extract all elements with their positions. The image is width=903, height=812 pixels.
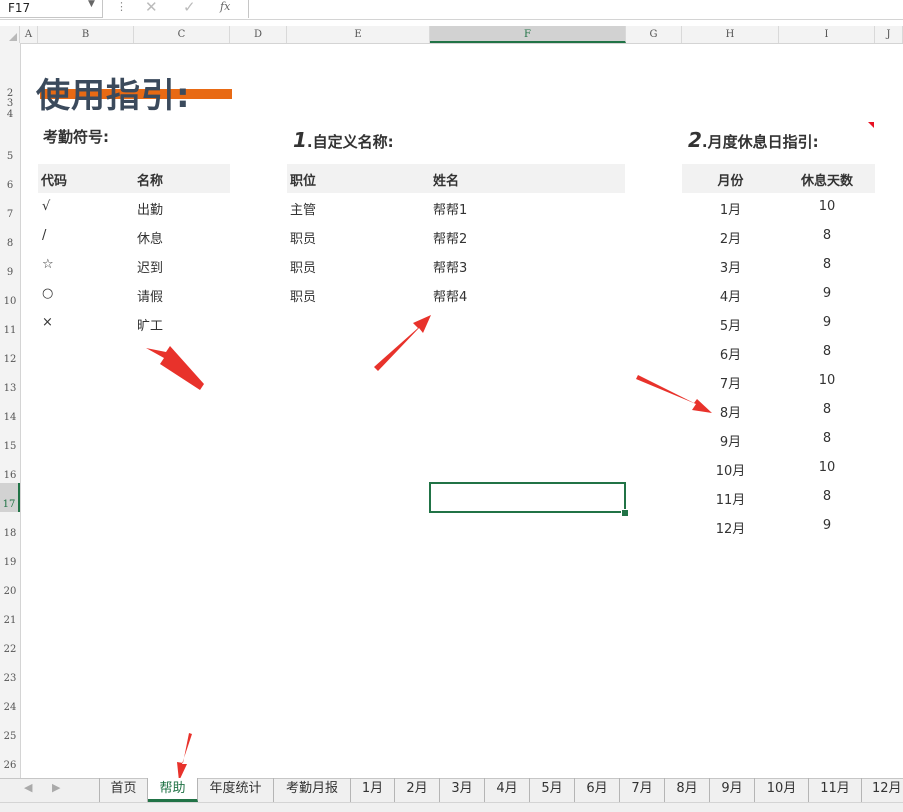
arrow-to-months-icon [636,375,712,413]
arrow-to-help-tab-icon [177,733,192,781]
tab-home[interactable]: 首页 [99,778,148,802]
tab-month-6[interactable]: 6月 [575,778,620,802]
arrow-to-names-icon [374,315,431,371]
tab-annual-stats[interactable]: 年度统计 [198,778,274,802]
tab-month-8[interactable]: 8月 [665,778,710,802]
tab-month-5[interactable]: 5月 [530,778,575,802]
scroll-tabs-left-icon[interactable]: ◀ [24,781,32,794]
tab-month-9[interactable]: 9月 [710,778,755,802]
tab-month-7[interactable]: 7月 [620,778,665,802]
tab-monthly-report[interactable]: 考勤月报 [274,778,351,802]
arrow-to-attendance-icon [146,346,204,390]
tab-month-4[interactable]: 4月 [485,778,530,802]
tab-help[interactable]: 帮助 [148,778,198,802]
tab-month-2[interactable]: 2月 [395,778,440,802]
tab-month-3[interactable]: 3月 [440,778,485,802]
tab-month-1[interactable]: 1月 [351,778,395,802]
tab-month-10[interactable]: 10月 [755,778,809,802]
tab-month-12[interactable]: 12月 [862,778,903,802]
tab-month-11[interactable]: 11月 [809,778,862,802]
annotation-arrows [146,315,712,781]
scroll-tabs-right-icon[interactable]: ▶ [52,781,60,794]
